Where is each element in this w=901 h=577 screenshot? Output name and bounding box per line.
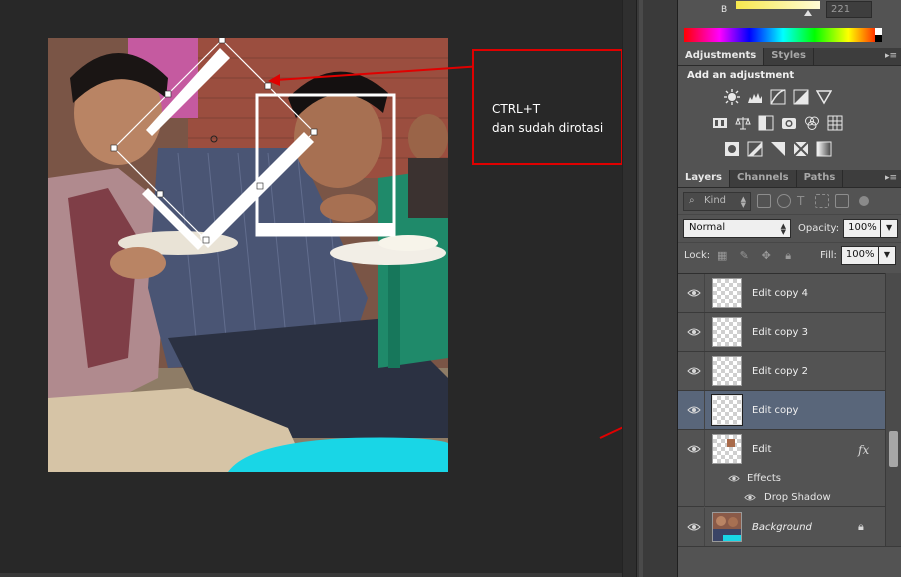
tab-paths[interactable]: Paths: [797, 170, 844, 187]
annotation-box: CTRL+T dan sudah dirotasi: [472, 49, 623, 165]
photo-image: [48, 38, 448, 472]
lock-row: Lock: ▦ ✎ ✥ 🔒︎ Fill: 100% ▼: [678, 242, 901, 268]
select-arrows-icon: ▲ ▼: [780, 222, 786, 236]
blend-mode-value: Normal: [689, 222, 726, 233]
blend-row: Normal ▲ ▼ Opacity: 100% ▼: [678, 214, 901, 242]
adjustment-filter-icon[interactable]: [777, 194, 791, 208]
layers-footer: [678, 546, 901, 577]
channel-label: B: [721, 5, 728, 15]
annotation-line-2: dan sudah dirotasi: [492, 121, 604, 135]
levels-icon[interactable]: [747, 89, 763, 105]
opacity-field[interactable]: 100%: [843, 219, 882, 238]
lock-label: Lock:: [684, 250, 711, 261]
filter-toggle-icon[interactable]: [859, 196, 869, 206]
document-workspace: CTRL+T dan sudah dirotasi: [0, 0, 636, 577]
layers-panel-menu-icon[interactable]: ▸≡: [885, 173, 897, 183]
photo-filter-icon[interactable]: [781, 115, 797, 131]
curves-icon[interactable]: [770, 89, 786, 105]
panel-dock-divider[interactable]: [636, 0, 678, 577]
tab-layers[interactable]: Layers: [678, 170, 730, 187]
lock-all-icon[interactable]: 🔒︎: [782, 249, 794, 262]
channel-value-field[interactable]: 221: [826, 1, 872, 18]
lock-image-icon[interactable]: ✎: [738, 249, 750, 262]
kind-filter-select[interactable]: ⌕ Kind ▲ ▼: [683, 191, 751, 211]
selective-color-icon[interactable]: [793, 141, 809, 157]
layers-panel: Layers Channels Paths ▸≡ ⌕ Kind ▲ ▼ T Nor…: [678, 170, 901, 546]
lock-transparent-icon[interactable]: ▦: [716, 249, 728, 262]
brightness-contrast-icon[interactable]: [724, 89, 740, 105]
shape-filter-icon[interactable]: [815, 194, 829, 208]
black-white-swatch[interactable]: [875, 28, 882, 42]
tab-channels[interactable]: Channels: [730, 170, 797, 187]
color-spectrum[interactable]: [684, 28, 882, 42]
threshold-icon[interactable]: [770, 141, 786, 157]
annotation-arrow-top: [268, 65, 483, 86]
panel-menu-icon[interactable]: ▸≡: [885, 51, 897, 61]
tab-styles[interactable]: Styles: [764, 48, 814, 65]
channel-slider[interactable]: [736, 1, 820, 9]
pixel-filter-icon[interactable]: [757, 194, 771, 208]
type-filter-icon[interactable]: T: [797, 194, 809, 208]
document-canvas[interactable]: [48, 38, 448, 472]
channel-mixer-icon[interactable]: [804, 115, 820, 131]
invert-icon[interactable]: [724, 141, 740, 157]
adjustments-panel: Adjustments Styles ▸≡ Add an adjustment: [678, 48, 901, 170]
select-arrows-icon: ▲ ▼: [740, 194, 746, 209]
kind-filter-label: Kind: [704, 194, 727, 206]
workspace-horizontal-scrollbar[interactable]: [0, 573, 622, 577]
vibrance-icon[interactable]: [816, 89, 832, 105]
exposure-icon[interactable]: [793, 89, 809, 105]
layer-filter-bar: ⌕ Kind ▲ ▼ T: [678, 188, 901, 214]
tab-adjustments[interactable]: Adjustments: [678, 48, 765, 65]
posterize-icon[interactable]: [747, 141, 763, 157]
smart-object-filter-icon[interactable]: [835, 194, 849, 208]
lock-position-icon[interactable]: ✥: [760, 249, 772, 262]
opacity-dropdown-button[interactable]: ▼: [881, 219, 899, 238]
black-white-icon[interactable]: [758, 115, 774, 131]
color-balance-icon[interactable]: [735, 115, 751, 131]
color-lookup-icon[interactable]: [827, 115, 843, 131]
workspace-vertical-scrollbar[interactable]: [622, 0, 636, 577]
blend-mode-select[interactable]: Normal ▲ ▼: [683, 219, 791, 238]
opacity-label: Opacity:: [798, 223, 840, 234]
hue-saturation-icon[interactable]: [712, 115, 728, 131]
channel-slider-thumb[interactable]: [804, 10, 812, 16]
gradient-map-icon[interactable]: [816, 141, 832, 157]
fill-label: Fill:: [820, 250, 837, 261]
fill-dropdown-button[interactable]: ▼: [878, 246, 896, 265]
search-icon: ⌕: [689, 194, 695, 206]
annotation-line-1: CTRL+T: [492, 102, 541, 116]
fill-field[interactable]: 100%: [840, 246, 879, 265]
color-panel: B 221: [678, 0, 901, 48]
adjustments-heading: Add an adjustment: [687, 70, 795, 81]
